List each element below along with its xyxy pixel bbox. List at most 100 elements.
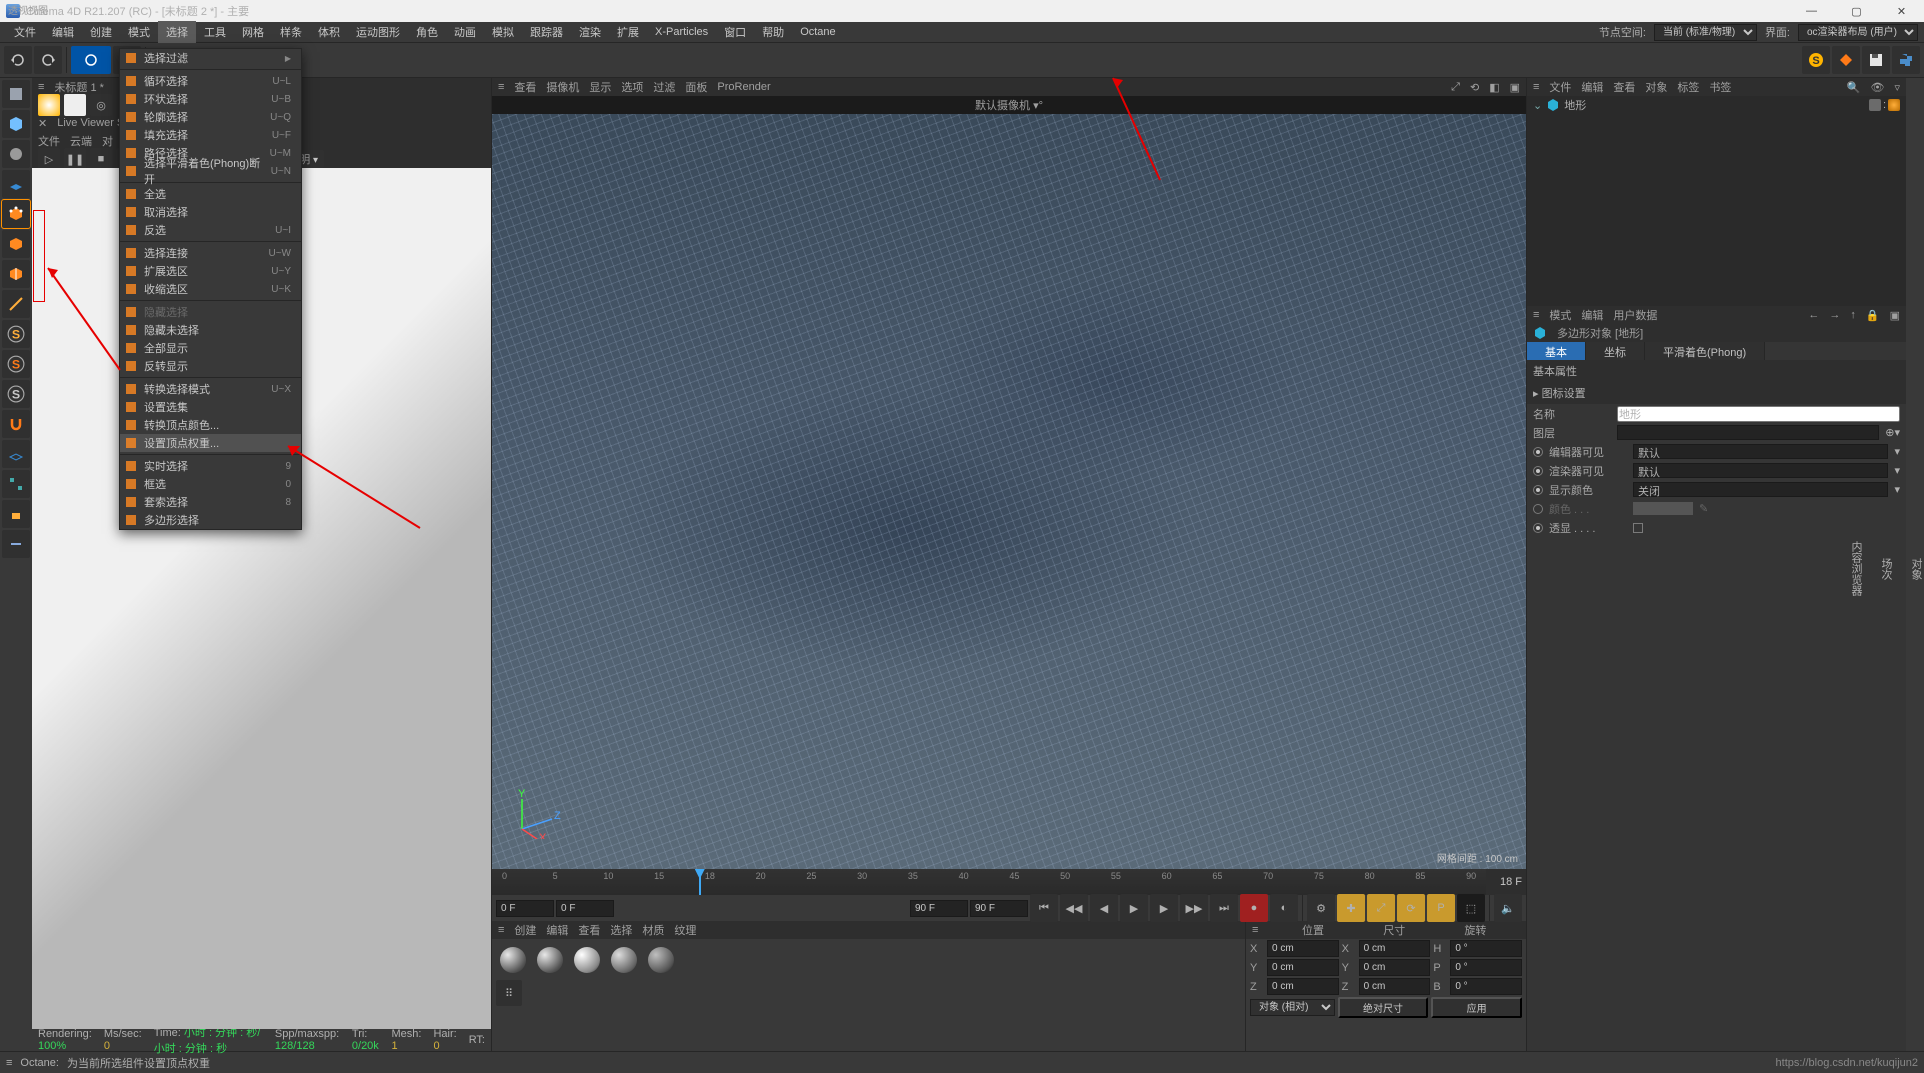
mat-menu-mat[interactable]: 材质	[642, 922, 664, 938]
select-menu-dropdown[interactable]: 选择过滤循环选择U~L环状选择U~B轮廓选择U~Q填充选择U~F路径选择U~M选…	[119, 48, 302, 530]
color-swatch[interactable]	[1633, 502, 1693, 515]
lock-icon[interactable]: 🔒	[1866, 309, 1880, 322]
minimize-button[interactable]: —	[1789, 0, 1834, 22]
hamburger-icon[interactable]: ≡	[1533, 309, 1539, 321]
obj-menu-tags[interactable]: 标签	[1677, 79, 1699, 95]
render-vis-select[interactable]: 默认	[1633, 463, 1888, 478]
phong-tag-icon[interactable]	[1888, 99, 1900, 111]
nav-fwd-icon[interactable]: →	[1829, 309, 1840, 321]
menu-simulate[interactable]: 模拟	[484, 21, 522, 43]
edge-mode-icon[interactable]	[2, 230, 30, 258]
menu-xparticles[interactable]: X-Particles	[647, 23, 716, 41]
hamburger-icon[interactable]: ≡	[498, 924, 504, 936]
size-Y-input[interactable]	[1359, 959, 1431, 976]
menu-create[interactable]: 创建	[82, 21, 120, 43]
abs-size-button[interactable]: 绝对尺寸	[1338, 997, 1429, 1018]
hamburger-icon[interactable]: ≡	[1252, 924, 1258, 936]
lv-stop-icon[interactable]: ■	[90, 148, 112, 170]
lv-play-icon[interactable]: ▷	[38, 148, 60, 170]
tab-content[interactable]: 内容浏览器	[1848, 541, 1864, 596]
mat-menu-edit[interactable]: 编辑	[546, 922, 568, 938]
object-tree[interactable]: ⌄ 地形 :	[1527, 96, 1906, 306]
lv-menu-obj[interactable]: 对	[102, 133, 113, 149]
key-rot-icon[interactable]: ⟳	[1397, 894, 1425, 922]
menu-item-ring[interactable]: 环状选择U~B	[120, 90, 301, 108]
workplane-icon[interactable]	[2, 170, 30, 198]
vp-nav4-icon[interactable]: ▣	[1510, 81, 1520, 94]
undo-button[interactable]	[4, 46, 32, 74]
menu-item-filter[interactable]: 选择过滤	[120, 49, 301, 67]
target-icon[interactable]: ◎	[90, 94, 112, 116]
doc-tab[interactable]: 未标题 1 *	[54, 79, 104, 95]
menu-mesh[interactable]: 网格	[234, 21, 272, 43]
snap-s2-icon[interactable]: S	[2, 350, 30, 378]
model-mode-icon[interactable]	[2, 110, 30, 138]
rot-H-input[interactable]	[1450, 940, 1522, 957]
vp-menu-filter[interactable]: 过滤	[653, 79, 675, 95]
make-editable-icon[interactable]	[2, 80, 30, 108]
next-frame-icon[interactable]: ▶	[1150, 894, 1178, 922]
pos-Y-input[interactable]	[1267, 959, 1339, 976]
tab-basic[interactable]: 基本	[1527, 342, 1586, 360]
perspective-viewport[interactable]: Y Z X 网格间距 : 100 cm	[492, 114, 1526, 869]
menu-help[interactable]: 帮助	[754, 21, 792, 43]
object-name[interactable]: 地形	[1564, 97, 1586, 113]
attr-menu-mode[interactable]: 模式	[1549, 307, 1571, 323]
vp-nav2-icon[interactable]: ⟲	[1470, 81, 1479, 94]
menu-item-inv[interactable]: 反选U~I	[120, 221, 301, 239]
save-icon[interactable]	[1862, 46, 1890, 74]
key-param-icon[interactable]: P	[1427, 894, 1455, 922]
mat-menu-select[interactable]: 选择	[610, 922, 632, 938]
hamburger-icon[interactable]: ≡	[498, 81, 504, 93]
menu-item-grow[interactable]: 扩展选区U~Y	[120, 262, 301, 280]
lv-menu-cloud[interactable]: 云端	[70, 133, 92, 149]
key-pos-icon[interactable]: ✚	[1337, 894, 1365, 922]
play-icon[interactable]: ▶	[1120, 894, 1148, 922]
tab-objects[interactable]: 对象	[1908, 558, 1924, 580]
nodespace-select[interactable]: 当前 (标准/物理)	[1654, 24, 1757, 41]
menu-file[interactable]: 文件	[6, 21, 44, 43]
dots-icon[interactable]: :	[1883, 99, 1886, 111]
maximize-button[interactable]: ▢	[1834, 0, 1879, 22]
snap-s3-icon[interactable]: S	[2, 380, 30, 408]
apply-button[interactable]: 应用	[1431, 997, 1522, 1018]
vp-menu-panel[interactable]: 面板	[685, 79, 707, 95]
poly-mode-icon[interactable]	[2, 260, 30, 288]
vp-nav-icon[interactable]: ⤢	[1451, 81, 1460, 94]
menu-tools[interactable]: 工具	[196, 21, 234, 43]
locked-workplane-icon[interactable]	[2, 500, 30, 528]
obj-menu-obj[interactable]: 对象	[1645, 79, 1667, 95]
vp-menu-cameras[interactable]: 摄像机	[546, 79, 579, 95]
menu-tracker[interactable]: 跟踪器	[522, 21, 571, 43]
sun-icon[interactable]	[38, 94, 60, 116]
viewport-camera[interactable]: 默认摄像机 ▾°	[975, 97, 1043, 113]
tab-phong[interactable]: 平滑着色(Phong)	[1645, 342, 1765, 360]
live-select-tool[interactable]	[71, 46, 111, 74]
redo-button[interactable]	[34, 46, 62, 74]
python-icon[interactable]	[1892, 46, 1920, 74]
chevron-down-icon[interactable]: ▾	[1894, 445, 1900, 458]
tab-takes[interactable]: 场次	[1878, 558, 1894, 580]
display-color-radio[interactable]	[1533, 485, 1543, 495]
axis-mode-icon[interactable]	[2, 290, 30, 318]
menu-item-none[interactable]: 取消选择	[120, 203, 301, 221]
snap-s-icon[interactable]: S	[2, 320, 30, 348]
menu-spline[interactable]: 样条	[272, 21, 310, 43]
color-radio[interactable]	[1533, 504, 1543, 514]
material-ball-3[interactable]	[574, 947, 600, 973]
menu-item-all[interactable]: 全选	[120, 185, 301, 203]
name-input[interactable]	[1617, 406, 1900, 422]
workplane-grid-icon[interactable]	[2, 440, 30, 468]
menu-item-poly[interactable]: 多边形选择	[120, 511, 301, 529]
start-frame-input[interactable]	[496, 900, 554, 917]
pos-X-input[interactable]	[1267, 940, 1339, 957]
xparticles-icon[interactable]: S	[1802, 46, 1830, 74]
menu-item-loop[interactable]: 循环选择U~L	[120, 72, 301, 90]
object-row-landscape[interactable]: ⌄ 地形 :	[1527, 96, 1906, 114]
record-icon[interactable]: ●	[1240, 894, 1268, 922]
editor-vis-radio[interactable]	[1533, 447, 1543, 457]
menu-volume[interactable]: 体积	[310, 21, 348, 43]
eye-icon[interactable]: 👁	[1871, 81, 1885, 94]
obj-menu-bm[interactable]: 书签	[1709, 79, 1731, 95]
menu-window[interactable]: 窗口	[716, 21, 754, 43]
